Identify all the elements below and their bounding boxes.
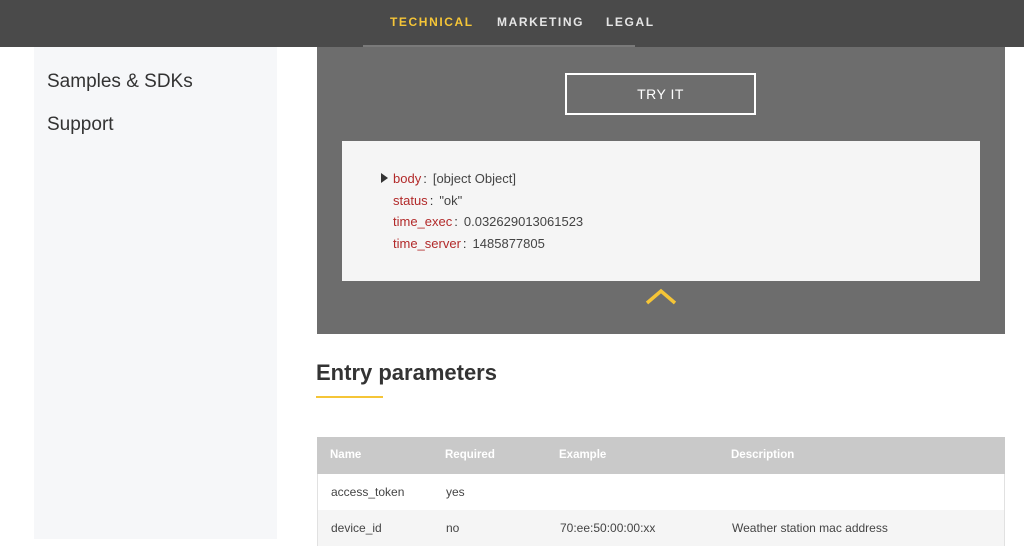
result-line-time-exec: time_exec:0.032629013061523	[393, 214, 583, 229]
cell-required: no	[446, 521, 460, 535]
result-value: [object Object]	[432, 171, 516, 186]
result-key: status	[393, 193, 428, 208]
table-header: Name Required Example Description	[317, 437, 1005, 474]
column-header-description: Description	[731, 449, 795, 461]
result-colon: :	[429, 193, 434, 208]
nav-legal[interactable]: LEGAL	[606, 15, 655, 29]
result-line-status: status: "ok"	[393, 193, 462, 208]
entry-parameters-title: Entry parameters	[316, 360, 497, 385]
result-key: time_server	[393, 236, 461, 251]
column-header-name: Name	[330, 449, 362, 461]
chevron-up-icon[interactable]	[644, 287, 678, 307]
sidebar-item-samples-sdks[interactable]: Samples & SDKs	[47, 71, 193, 93]
result-colon: :	[454, 214, 458, 229]
expand-triangle-icon[interactable]	[381, 173, 388, 183]
result-line-time-server: time_server:1485877805	[393, 236, 545, 251]
cell-description: Weather station mac address	[732, 521, 888, 535]
cell-example: 70:ee:50:00:00:xx	[560, 521, 656, 535]
sidebar-item-support[interactable]: Support	[47, 114, 114, 136]
nav-technical[interactable]: TECHNICAL	[390, 15, 474, 29]
nav-marketing[interactable]: MARKETING	[497, 15, 584, 29]
table-row: device_id no 70:ee:50:00:00:xx Weather s…	[317, 510, 1005, 546]
result-panel: body: [object Object] status: "ok" time_ex…	[342, 141, 980, 281]
result-key: body	[393, 171, 422, 186]
try-it-button[interactable]: TRY IT	[565, 73, 756, 115]
result-value: 0.032629013061523	[463, 214, 584, 229]
result-line-body: body: [object Object]	[393, 171, 516, 186]
entry-parameters-table: Name Required Example Description access…	[317, 437, 1005, 546]
cell-name: device_id	[331, 521, 382, 535]
sidebar: Samples & SDKs Support	[34, 47, 277, 539]
top-bar: TECHNICAL MARKETING LEGAL	[0, 0, 1024, 47]
result-colon: :	[462, 236, 467, 251]
top-nav: TECHNICAL MARKETING LEGAL	[0, 0, 1024, 47]
api-console: TRY IT body: [object Object] status: "ok" …	[317, 47, 1005, 334]
cell-required: yes	[446, 485, 465, 499]
result-value: 1485877805	[472, 236, 545, 251]
result-colon: :	[423, 171, 427, 186]
column-header-example: Example	[559, 449, 607, 461]
table-row: access_token yes	[317, 474, 1005, 510]
title-underline	[316, 396, 383, 398]
cell-name: access_token	[331, 485, 405, 499]
result-key: time_exec	[393, 214, 453, 229]
result-value: "ok"	[439, 193, 463, 208]
column-header-required: Required	[445, 449, 495, 461]
